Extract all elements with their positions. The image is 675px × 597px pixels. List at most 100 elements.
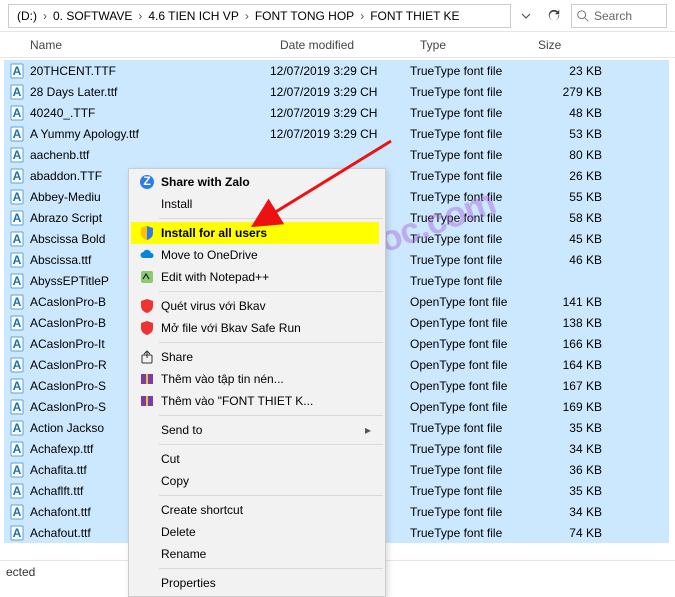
column-size[interactable]: Size [528, 38, 608, 52]
font-file-icon: A [8, 105, 26, 121]
file-type: TrueType font file [410, 442, 528, 456]
search-input[interactable]: Search [571, 4, 667, 28]
svg-text:A: A [13, 253, 22, 267]
file-type: TrueType font file [410, 484, 528, 498]
file-size: 36 KB [528, 463, 602, 477]
chevron-right-icon: › [39, 9, 51, 23]
crumb-fonttonghop[interactable]: FONT TONG HOP [253, 9, 356, 23]
svg-text:A: A [13, 316, 22, 330]
separator [159, 218, 383, 219]
crumb-d[interactable]: (D:) [15, 9, 39, 23]
ctx-edit-notepadpp[interactable]: Edit with Notepad++ [131, 266, 379, 288]
file-name: aachenb.ttf [26, 148, 270, 162]
ctx-move-onedrive[interactable]: Move to OneDrive [131, 244, 379, 266]
svg-text:A: A [13, 463, 22, 477]
file-size: 80 KB [528, 148, 602, 162]
ctx-them-vao-font[interactable]: Thêm vào "FONT THIET K... [131, 390, 379, 412]
status-text: ected [6, 565, 35, 579]
file-date: 12/07/2019 3:29 CH [270, 85, 410, 99]
font-file-icon: A [8, 504, 26, 520]
font-file-icon: A [8, 231, 26, 247]
font-file-icon: A [8, 378, 26, 394]
ctx-cut[interactable]: Cut [131, 448, 379, 470]
font-file-icon: A [8, 189, 26, 205]
zalo-icon: Z [135, 174, 159, 190]
file-row[interactable]: Aaachenb.ttfTrueType font file80 KB [4, 144, 669, 165]
svg-text:A: A [13, 358, 22, 372]
ctx-share[interactable]: Share [131, 346, 379, 368]
font-file-icon: A [8, 357, 26, 373]
ctx-mo-bkav[interactable]: Mở file với Bkav Safe Run [131, 317, 379, 339]
refresh-icon [547, 9, 561, 23]
ctx-quet-bkav[interactable]: Quét virus với Bkav [131, 295, 379, 317]
column-date[interactable]: Date modified [270, 38, 410, 52]
svg-text:A: A [13, 421, 22, 435]
font-file-icon: A [8, 168, 26, 184]
refresh-button[interactable] [541, 4, 567, 28]
font-file-icon: A [8, 273, 26, 289]
ctx-delete[interactable]: Delete [131, 521, 379, 543]
crumb-softwave[interactable]: 0. SOFTWAVE [51, 9, 134, 23]
svg-text:A: A [13, 64, 22, 78]
file-size: 166 KB [528, 337, 602, 351]
ctx-properties[interactable]: Properties [131, 572, 379, 594]
file-type: TrueType font file [410, 127, 528, 141]
breadcrumb[interactable]: (D:)› 0. SOFTWAVE› 4.6 TIEN ICH VP› FONT… [8, 4, 511, 28]
font-file-icon: A [8, 63, 26, 79]
ctx-them-vao-nen[interactable]: Thêm vào tập tin nén... [131, 368, 379, 390]
svg-text:A: A [13, 337, 22, 351]
font-file-icon: A [8, 147, 26, 163]
ctx-rename[interactable]: Rename [131, 543, 379, 565]
separator [159, 444, 383, 445]
ctx-install[interactable]: Install [131, 193, 379, 215]
font-file-icon: A [8, 210, 26, 226]
column-type[interactable]: Type [410, 38, 528, 52]
column-header-row: Name Date modified Type Size [0, 32, 675, 58]
file-size: 35 KB [528, 484, 602, 498]
font-file-icon: A [8, 420, 26, 436]
context-menu: Z Share with Zalo Install Install for al… [128, 168, 386, 597]
crumb-fontthietke[interactable]: FONT THIET KE [368, 9, 461, 23]
file-size: 46 KB [528, 253, 602, 267]
separator [159, 568, 383, 569]
svg-text:A: A [13, 106, 22, 120]
ctx-send-to[interactable]: Send to ▸ [131, 419, 379, 441]
svg-text:A: A [13, 505, 22, 519]
file-name: 40240_.TTF [26, 106, 270, 120]
separator [159, 415, 383, 416]
address-dropdown-button[interactable] [515, 11, 537, 21]
search-placeholder: Search [594, 9, 632, 23]
column-name[interactable]: Name [4, 38, 270, 52]
svg-text:A: A [13, 379, 22, 393]
file-type: TrueType font file [410, 85, 528, 99]
font-file-icon: A [8, 441, 26, 457]
font-file-icon: A [8, 252, 26, 268]
font-file-icon: A [8, 462, 26, 478]
file-row[interactable]: A20THCENT.TTF12/07/2019 3:29 CHTrueType … [4, 60, 669, 81]
font-file-icon: A [8, 483, 26, 499]
ctx-install-all-users[interactable]: Install for all users [131, 222, 379, 244]
file-row[interactable]: A28 Days Later.ttf12/07/2019 3:29 CHTrue… [4, 81, 669, 102]
cloud-icon [135, 247, 159, 263]
file-size: 26 KB [528, 169, 602, 183]
crumb-tienich[interactable]: 4.6 TIEN ICH VP [146, 9, 240, 23]
ctx-create-shortcut[interactable]: Create shortcut [131, 499, 379, 521]
file-row[interactable]: A40240_.TTF12/07/2019 3:29 CHTrueType fo… [4, 102, 669, 123]
search-icon [576, 9, 590, 23]
file-size: 138 KB [528, 316, 602, 330]
file-type: TrueType font file [410, 169, 528, 183]
file-type: TrueType font file [410, 274, 528, 288]
ctx-copy[interactable]: Copy [131, 470, 379, 492]
file-size: 279 KB [528, 85, 602, 99]
file-row[interactable]: AA Yummy Apology.ttf12/07/2019 3:29 CHTr… [4, 123, 669, 144]
svg-text:A: A [13, 484, 22, 498]
file-size: 74 KB [528, 526, 602, 540]
file-size: 48 KB [528, 106, 602, 120]
svg-text:A: A [13, 211, 22, 225]
winrar-icon [135, 371, 159, 387]
file-type: OpenType font file [410, 400, 528, 414]
chevron-down-icon [521, 11, 531, 21]
address-bar: (D:)› 0. SOFTWAVE› 4.6 TIEN ICH VP› FONT… [0, 0, 675, 32]
file-type: OpenType font file [410, 295, 528, 309]
ctx-share-zalo[interactable]: Z Share with Zalo [131, 171, 379, 193]
